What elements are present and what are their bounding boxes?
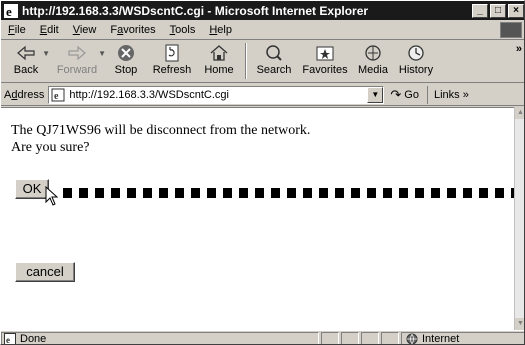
ie-logo-icon: e [4,3,18,18]
history-icon [408,45,424,61]
status-text: Done [20,332,47,345]
vertical-scrollbar[interactable]: ▲ ▼ [514,107,524,330]
ie-page-icon: e [51,88,65,102]
windows-logo-icon [500,22,522,38]
search-icon [266,45,282,61]
globe-icon [406,333,418,344]
menu-favorites-label: vorites [123,23,156,36]
refresh-button[interactable]: Refresh [147,41,197,81]
menu-view[interactable]: View [66,24,104,36]
confirm-message-line1: The QJ71WS96 will be disconnect from the… [11,123,311,138]
go-arrow-icon: ↷ [390,86,402,102]
media-icon [365,45,381,61]
address-input[interactable]: e http://192.168.3.3/WSDscntC.cgi ▼ [48,85,385,104]
menu-bar: File Edit View Favorites Tools Help [1,20,524,40]
callout-dashed-line [63,188,518,198]
refresh-icon [165,44,179,62]
home-button[interactable]: Home [197,41,241,81]
refresh-label: Refresh [152,64,192,76]
status-cell [381,331,399,344]
forward-arrow-icon [68,45,86,61]
mouse-cursor-icon [45,186,59,206]
cancel-button[interactable]: cancel [15,262,75,282]
ok-button[interactable]: OK [15,179,49,199]
scroll-up-icon[interactable]: ▲ [515,107,524,119]
menu-favorites[interactable]: Favorites [103,24,162,36]
menu-help[interactable]: Help [202,24,239,36]
title-bar[interactable]: e http://192.168.3.3/WSDscntC.cgi - Micr… [1,1,524,20]
address-label-rest: dress [17,88,45,101]
address-label: Address [1,89,48,101]
menu-edit-label: dit [47,23,59,36]
history-button[interactable]: History [393,41,439,81]
status-bar: e Done Internet [1,330,524,345]
menu-tools[interactable]: Tools [163,24,203,36]
toolbar-separator [245,43,247,79]
svg-text:e: e [6,4,12,18]
go-label: Go [404,88,419,101]
stop-label: Stop [114,64,138,76]
stop-icon [118,45,134,61]
menu-tools-label: ools [175,23,196,36]
page-content: The QJ71WS96 will be disconnect from the… [1,107,518,330]
confirm-message-line2: Are you sure? [11,140,90,155]
toolbar-more-chevron-icon[interactable]: » [516,43,522,55]
status-text-panel: e Done [1,331,319,345]
ie-page-icon: e [4,332,16,345]
minimize-button[interactable]: _ [472,3,488,18]
favorites-button[interactable]: Favorites [297,41,353,81]
standard-toolbar: Back ▼ Forward ▼ Stop Refresh Home Searc… [1,41,524,83]
browser-window: e http://192.168.3.3/WSDscntC.cgi - Micr… [0,0,525,345]
search-button[interactable]: Search [251,41,297,81]
svg-text:e: e [54,91,59,102]
close-button[interactable]: × [508,3,524,18]
media-button[interactable]: Media [353,41,393,81]
go-button[interactable]: ↷ Go [390,85,428,104]
menu-help-label: elp [217,23,232,36]
stop-button[interactable]: Stop [105,41,147,81]
address-bar: Address e http://192.168.3.3/WSDscntC.cg… [1,84,524,106]
status-cell [361,331,379,344]
forward-label: Forward [56,64,98,76]
status-cell [321,331,339,344]
svg-text:e: e [6,335,10,345]
window-title: http://192.168.3.3/WSDscntC.cgi - Micros… [22,3,369,18]
favorites-icon [316,46,334,61]
links-toolbar-button[interactable]: Links » [434,89,469,101]
back-arrow-icon [17,45,35,61]
menu-view-label: iew [79,23,97,36]
menu-edit-accel: E [39,23,48,36]
menu-file-label: ile [14,23,26,36]
forward-button[interactable]: Forward ▼ [49,41,106,81]
history-label: History [398,64,434,76]
home-icon [210,45,228,61]
address-dropdown-icon[interactable]: ▼ [367,86,384,103]
home-label: Home [204,64,234,76]
media-label: Media [358,64,388,76]
address-url: http://192.168.3.3/WSDscntC.cgi [69,88,229,101]
confirm-message: The QJ71WS96 will be disconnect from the… [11,122,310,156]
status-cell [341,331,359,344]
menu-file[interactable]: File [1,24,33,36]
search-label: Search [256,64,292,76]
maximize-button[interactable]: □ [490,3,506,18]
security-zone-label: Internet [422,332,460,345]
favorites-label: Favorites [302,64,348,76]
back-label: Back [13,64,39,76]
scroll-down-icon[interactable]: ▼ [515,318,524,330]
menu-file-accel: F [8,23,15,36]
menu-view-accel: V [72,23,80,36]
security-zone[interactable]: Internet [401,331,524,345]
menu-edit[interactable]: Edit [33,24,66,36]
back-button[interactable]: Back ▼ [3,41,50,81]
